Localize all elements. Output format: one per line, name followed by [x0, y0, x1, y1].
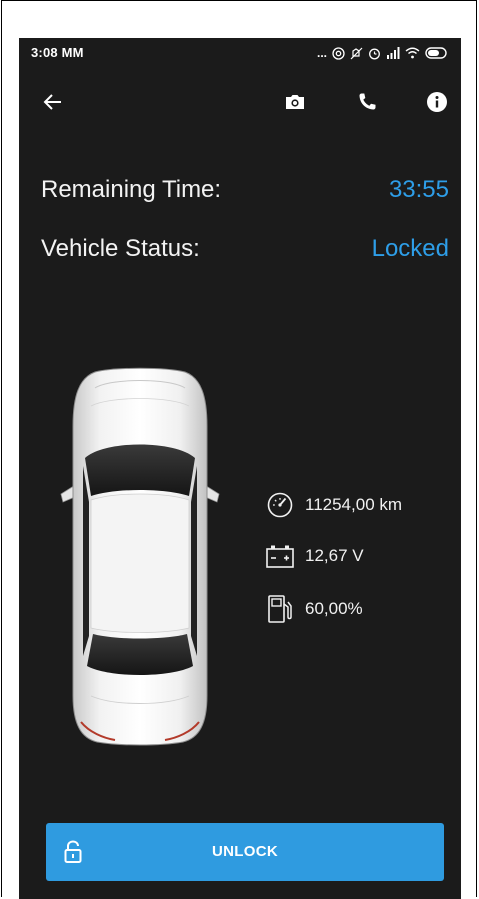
speedometer-icon [263, 490, 297, 520]
vehicle-status-row: Vehicle Status: Locked [41, 235, 449, 269]
car-top-view-image [55, 366, 225, 746]
app-screen: 3:08 MM ... Remaining Time: 33:55 Vehicl… [19, 38, 461, 899]
toolbar [19, 82, 461, 122]
battery-icon [425, 47, 449, 59]
camera-icon[interactable] [283, 90, 307, 114]
vehicle-status-value: Locked [371, 235, 449, 262]
battery-voltage-stat: 12,67 V [263, 541, 364, 571]
battery-voltage-value: 12,67 V [305, 546, 364, 565]
signal-icon [386, 47, 400, 59]
unlock-button-label: UNLOCK [212, 843, 278, 860]
fuel-level-value: 60,00% [305, 599, 363, 618]
overflow-dots-icon: ... [316, 46, 327, 60]
car-battery-icon [263, 541, 297, 571]
vehicle-status-label: Vehicle Status: [41, 235, 200, 262]
back-arrow-icon[interactable] [41, 90, 65, 114]
hotspot-icon [332, 46, 345, 60]
status-bar: 3:08 MM ... [19, 38, 461, 68]
unlock-button[interactable]: UNLOCK [46, 823, 444, 881]
status-time: 3:08 MM [31, 45, 84, 60]
fuel-pump-icon [263, 594, 297, 624]
wifi-icon [405, 47, 420, 59]
remaining-time-label: Remaining Time: [41, 176, 222, 203]
status-icons: ... [317, 44, 449, 62]
remaining-time-value: 33:55 [388, 176, 449, 203]
alarm-icon [368, 47, 381, 60]
odometer-stat: 11254,00 km [263, 490, 402, 520]
phone-icon[interactable] [355, 90, 379, 114]
odometer-value: 11254,00 km [305, 495, 403, 514]
remaining-time-row: Remaining Time: 33:55 [41, 176, 449, 210]
mute-icon [350, 47, 363, 60]
fuel-level-stat: 60,00% [263, 594, 363, 624]
info-icon[interactable] [425, 90, 449, 114]
